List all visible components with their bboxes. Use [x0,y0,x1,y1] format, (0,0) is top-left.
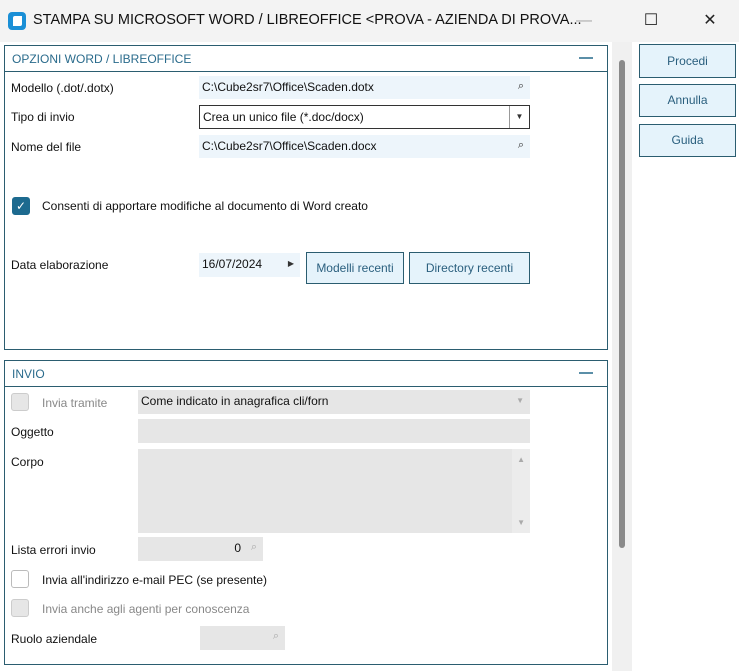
agenti-checkbox[interactable] [11,599,29,617]
title-bar: STAMPA SU MICROSOFT WORD / LIBREOFFICE <… [0,0,739,42]
search-icon[interactable]: ⌕ [518,80,524,93]
window-title: STAMPA SU MICROSOFT WORD / LIBREOFFICE <… [33,12,582,28]
ruolo-label: Ruolo aziendale [11,632,98,646]
panel-title: INVIO [12,367,45,381]
collapse-icon[interactable] [579,57,593,59]
modello-input[interactable]: C:\Cube2sr7\Office\Scaden.dotx ⌕ [199,76,530,99]
corpo-label: Corpo [11,455,44,469]
modelli-recenti-button[interactable]: Modelli recenti [306,252,404,284]
app-icon [8,12,26,30]
nome-input[interactable]: C:\Cube2sr7\Office\Scaden.docx ⌕ [199,135,530,158]
chevron-down-icon[interactable]: ▼ [516,396,524,405]
data-label: Data elaborazione [11,258,109,272]
oggetto-label: Oggetto [11,425,54,439]
tipo-value: Crea un unico file (*.doc/docx) [203,110,364,124]
search-icon[interactable]: ⌕ [251,541,257,554]
search-icon[interactable]: ⌕ [518,139,524,152]
tipo-select[interactable]: Crea un unico file (*.doc/docx) ▼ [199,105,530,129]
corpo-textarea[interactable]: ▲ ▼ [138,449,530,533]
nome-value: C:\Cube2sr7\Office\Scaden.docx [202,139,377,153]
pec-checkbox[interactable] [11,570,29,588]
lista-errori-value: 0 [234,541,241,555]
pec-label: Invia all'indirizzo e-mail PEC (se prese… [42,573,268,587]
modello-label: Modello (.dot/.dotx) [11,81,114,95]
invia-tramite-checkbox[interactable] [11,393,29,411]
panel-title: OPZIONI WORD / LIBREOFFICE [12,52,192,66]
scrollbar-thumb[interactable] [619,60,625,548]
modello-value: C:\Cube2sr7\Office\Scaden.dotx [202,80,374,94]
guida-button[interactable]: Guida [639,124,736,157]
main-scrollbar[interactable] [612,42,632,671]
data-value: 16/07/2024 [202,257,263,271]
maximize-button[interactable]: ☐ [631,8,671,34]
scroll-down-icon[interactable]: ▼ [517,518,525,527]
procedi-button[interactable]: Procedi [639,44,736,78]
agenti-label: Invia anche agli agenti per conoscenza [42,602,250,616]
annulla-button[interactable]: Annulla [639,84,736,117]
invia-tramite-label: Invia tramite [42,396,108,410]
invia-tramite-select[interactable]: Come indicato in anagrafica cli/forn ▼ [138,390,530,414]
directory-recenti-button[interactable]: Directory recenti [409,252,530,284]
lista-errori-input[interactable]: 0 ⌕ [138,537,263,561]
oggetto-input[interactable] [138,419,530,443]
chevron-down-icon[interactable]: ▼ [509,106,529,128]
collapse-icon[interactable] [579,372,593,374]
scroll-up-icon[interactable]: ▲ [517,455,525,464]
invia-tramite-value: Come indicato in anagrafica cli/forn [141,394,329,408]
ruolo-input[interactable]: ⌕ [200,626,285,650]
chevron-right-icon[interactable]: ▶ [288,259,294,268]
consenti-checkbox[interactable]: ✓ [12,197,30,215]
tipo-label: Tipo di invio [11,110,75,124]
search-icon[interactable]: ⌕ [273,630,279,643]
data-input[interactable]: 16/07/2024 ▶ [199,253,300,277]
minimize-button[interactable]: — [564,8,604,34]
nome-label: Nome del file [11,140,82,154]
close-button[interactable]: ✕ [690,8,730,34]
consenti-label: Consenti di apportare modifiche al docum… [42,199,368,213]
lista-errori-label: Lista errori invio [11,543,96,557]
